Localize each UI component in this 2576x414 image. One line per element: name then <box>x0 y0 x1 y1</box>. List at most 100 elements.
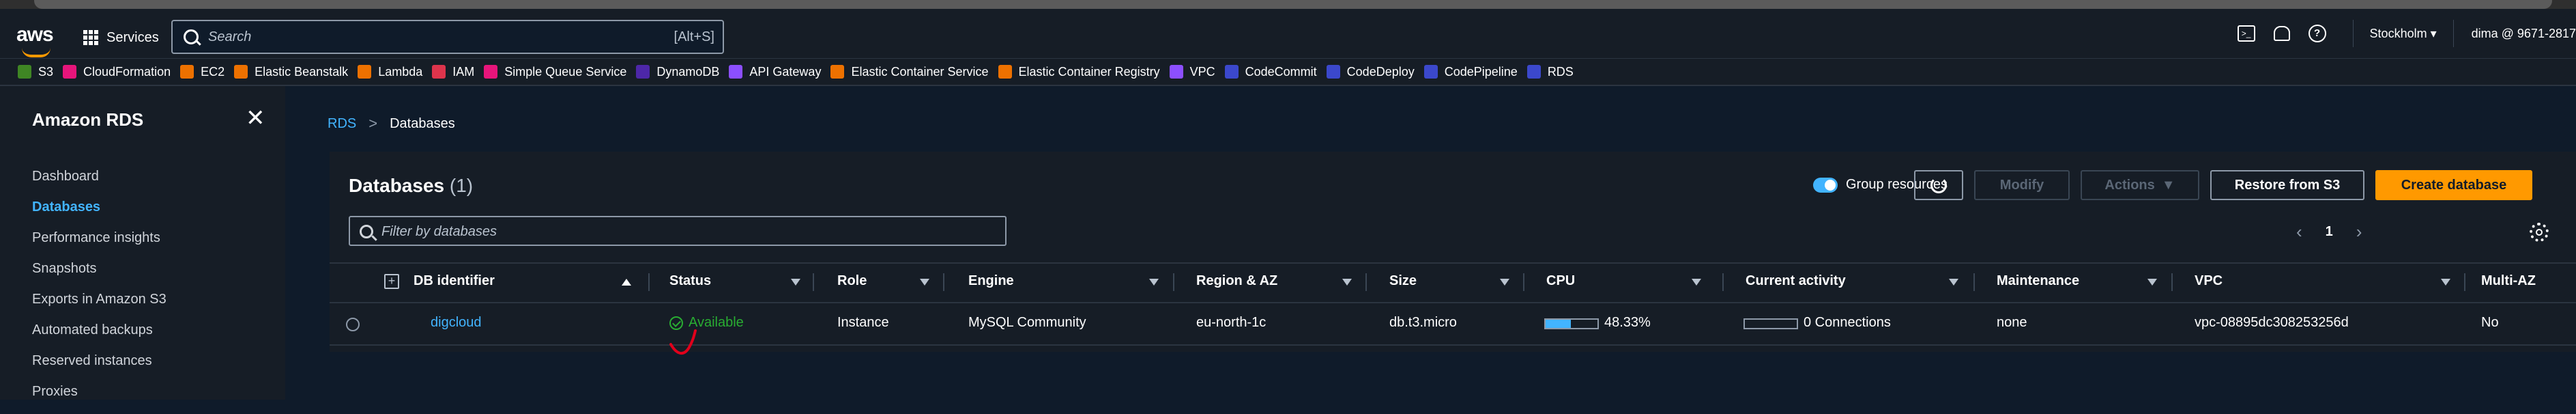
favorite-ec2[interactable]: EC2 <box>180 62 225 81</box>
search-icon <box>360 225 373 238</box>
col-multi-az[interactable]: Multi-AZ <box>2481 273 2536 289</box>
service-icon <box>1423 65 1438 79</box>
sidebar-item-snapshots[interactable]: Snapshots <box>32 260 167 291</box>
global-search-input[interactable]: Search [Alt+S] <box>171 20 724 54</box>
favorite-label: IAM <box>452 64 475 79</box>
help-icon: ? <box>2308 25 2326 42</box>
sort-icon[interactable] <box>2147 279 2157 286</box>
favorite-simple-queue-service[interactable]: Simple Queue Service <box>484 62 626 81</box>
close-icon[interactable]: ✕ <box>246 107 265 130</box>
search-icon <box>184 29 199 44</box>
favorite-vpc[interactable]: VPC <box>1169 62 1215 81</box>
favorite-elastic-beanstalk[interactable]: Elastic Beanstalk <box>234 62 348 81</box>
col-role[interactable]: Role <box>837 273 867 289</box>
account-menu[interactable]: dima @ 9671-2817 <box>2452 20 2576 47</box>
browser-tab[interactable] <box>34 0 2552 9</box>
column-divider <box>2171 273 2173 291</box>
sort-ascending-icon[interactable] <box>622 279 631 286</box>
col-vpc[interactable]: VPC <box>2195 273 2223 289</box>
region-selector[interactable]: Stockholm ▾ <box>2352 20 2453 47</box>
service-icon <box>1224 65 1239 79</box>
activity-link[interactable]: 0 Connections <box>1804 315 1891 331</box>
breadcrumb-rds-link[interactable]: RDS <box>328 116 356 132</box>
sidebar-item-exports-in-amazon-s3[interactable]: Exports in Amazon S3 <box>32 291 167 322</box>
panel-title-text: Databases <box>349 175 445 196</box>
next-page-icon[interactable]: › <box>2356 221 2362 243</box>
gear-icon[interactable] <box>2530 223 2549 242</box>
sidebar-nav: Dashboard Databases Performance insights Sn… <box>32 168 167 414</box>
notifications-button[interactable] <box>2264 26 2300 41</box>
multi-az-cell: No <box>2481 315 2499 330</box>
favorite-cloudformation[interactable]: CloudFormation <box>63 62 171 81</box>
favorite-elastic-container-registry[interactable]: Elastic Container Registry <box>998 62 1160 81</box>
sidebar-item-performance-insights[interactable]: Performance insights <box>32 230 167 260</box>
sidebar-item-automated-backups[interactable]: Automated backups <box>32 322 167 353</box>
aws-smile-icon <box>22 48 50 57</box>
db-identifier-link[interactable]: digcloud <box>431 315 482 331</box>
sort-icon[interactable] <box>2441 279 2450 286</box>
sidebar-item-databases[interactable]: Databases <box>32 199 167 230</box>
col-engine[interactable]: Engine <box>968 273 1014 289</box>
restore-from-s3-button[interactable]: Restore from S3 <box>2210 170 2364 200</box>
refresh-icon <box>1930 177 1947 193</box>
expand-all-icon[interactable]: + <box>384 274 399 289</box>
create-database-button[interactable]: Create database <box>2375 170 2532 200</box>
sort-icon[interactable] <box>1949 279 1958 286</box>
sidebar-item-proxies[interactable]: Proxies <box>32 383 167 414</box>
favorite-rds[interactable]: RDS <box>1526 62 1574 81</box>
prev-page-icon[interactable]: ‹ <box>2296 221 2302 243</box>
sort-icon[interactable] <box>1692 279 1701 286</box>
row-select-radio[interactable] <box>346 318 360 331</box>
col-size[interactable]: Size <box>1389 273 1417 289</box>
favorite-s3[interactable]: S3 <box>18 62 53 81</box>
main-content: RDS > Databases Databases (1) Group reso… <box>287 86 2576 400</box>
col-status[interactable]: Status <box>669 273 711 289</box>
column-divider <box>1365 273 1367 291</box>
actions-button[interactable]: Actions ▼ <box>2081 170 2199 200</box>
sort-icon[interactable] <box>920 279 929 286</box>
sort-icon[interactable] <box>1149 279 1159 286</box>
favorite-elastic-container-service[interactable]: Elastic Container Service <box>830 62 989 81</box>
col-current-activity[interactable]: Current activity <box>1746 273 1846 289</box>
favorite-label: VPC <box>1189 64 1215 79</box>
favorite-lambda[interactable]: Lambda <box>358 62 422 81</box>
col-cpu[interactable]: CPU <box>1546 273 1575 289</box>
cpu-cell: 48.33% <box>1604 315 1651 330</box>
sort-icon[interactable] <box>1500 279 1509 286</box>
panel-title: Databases (1) <box>349 175 473 197</box>
sidebar-item-dashboard[interactable]: Dashboard <box>32 168 167 199</box>
bell-icon <box>2273 26 2290 41</box>
sort-icon[interactable] <box>1342 279 1352 286</box>
modify-button[interactable]: Modify <box>1974 170 2070 200</box>
vpc-link[interactable]: vpc-08895dc308253256d <box>2195 315 2349 331</box>
help-button[interactable]: ? <box>2300 25 2335 42</box>
size-cell: db.t3.micro <box>1389 315 1457 330</box>
current-page[interactable]: 1 <box>2326 224 2333 240</box>
col-region-az[interactable]: Region & AZ <box>1196 273 1277 289</box>
cloudshell-button[interactable]: >_ <box>2229 25 2264 42</box>
favorite-dynamodb[interactable]: DynamoDB <box>636 62 719 81</box>
column-divider <box>813 273 814 291</box>
favorite-codepipeline[interactable]: CodePipeline <box>1423 62 1518 81</box>
caret-down-icon: ▼ <box>2161 177 2175 193</box>
sidebar-item-reserved-instances[interactable]: Reserved instances <box>32 353 167 383</box>
favorite-codedeploy[interactable]: CodeDeploy <box>1326 62 1415 81</box>
sidebar: Amazon RDS ✕ Dashboard Databases Performan… <box>0 86 285 400</box>
col-maintenance[interactable]: Maintenance <box>1997 273 2079 289</box>
favorite-codecommit[interactable]: CodeCommit <box>1224 62 1317 81</box>
favorite-iam[interactable]: IAM <box>432 62 474 81</box>
sort-icon[interactable] <box>791 279 800 286</box>
activity-bar <box>1743 318 1798 329</box>
aws-logo[interactable]: aws <box>16 23 54 57</box>
filter-databases-input[interactable]: Filter by databases <box>349 216 1007 246</box>
favorite-label: API Gateway <box>749 64 822 79</box>
refresh-button[interactable] <box>1914 170 1963 200</box>
services-menu-button[interactable]: Services <box>83 25 159 50</box>
table-header: + DB identifier Status Role Engine Regio… <box>330 262 2576 303</box>
col-db-identifier[interactable]: DB identifier <box>414 273 495 289</box>
group-resources-toggle[interactable] <box>1813 178 1838 193</box>
table-row[interactable]: digcloud Available Instance MySQL Commun… <box>330 302 2576 355</box>
service-icon <box>180 65 194 79</box>
column-divider <box>1523 273 1524 291</box>
favorite-api-gateway[interactable]: API Gateway <box>729 62 821 81</box>
